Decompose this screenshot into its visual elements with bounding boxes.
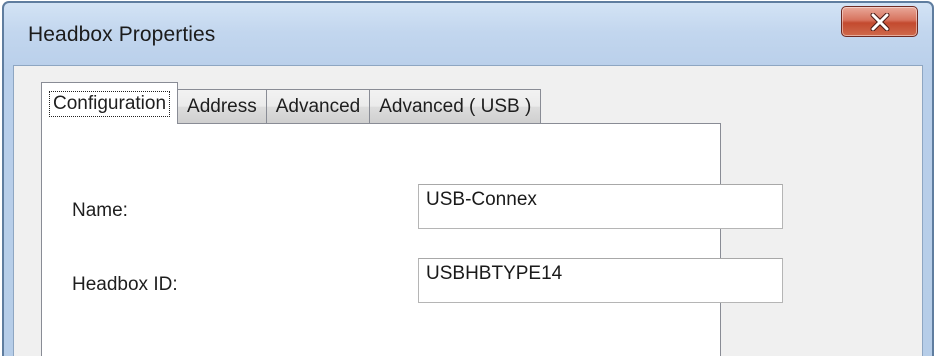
headbox-properties-window: Headbox Properties Configuration Address… (2, 1, 934, 356)
tab-address-label: Address (187, 95, 257, 117)
tab-address[interactable]: Address (177, 89, 267, 123)
window-title: Headbox Properties (28, 23, 216, 46)
close-icon (870, 12, 889, 31)
configuration-panel: Name: Headbox ID: (41, 123, 783, 356)
headbox-id-field[interactable] (418, 258, 783, 303)
title-bar[interactable]: Headbox Properties (4, 3, 932, 65)
close-button[interactable] (841, 6, 918, 37)
name-label: Name: (72, 200, 128, 221)
tab-configuration-label: Configuration (49, 90, 171, 117)
tab-strip: Configuration Address Advanced Advanced … (41, 82, 542, 124)
name-field[interactable] (418, 184, 783, 229)
tab-advanced-label: Advanced (275, 95, 361, 117)
dialog-client-area: Configuration Address Advanced Advanced … (13, 65, 923, 356)
tab-advanced-usb[interactable]: Advanced ( USB ) (369, 89, 542, 123)
tab-advanced-usb-label: Advanced ( USB ) (379, 95, 532, 117)
headbox-id-label: Headbox ID: (72, 274, 178, 295)
tab-configuration[interactable]: Configuration (41, 82, 179, 124)
tab-advanced[interactable]: Advanced (265, 89, 371, 123)
